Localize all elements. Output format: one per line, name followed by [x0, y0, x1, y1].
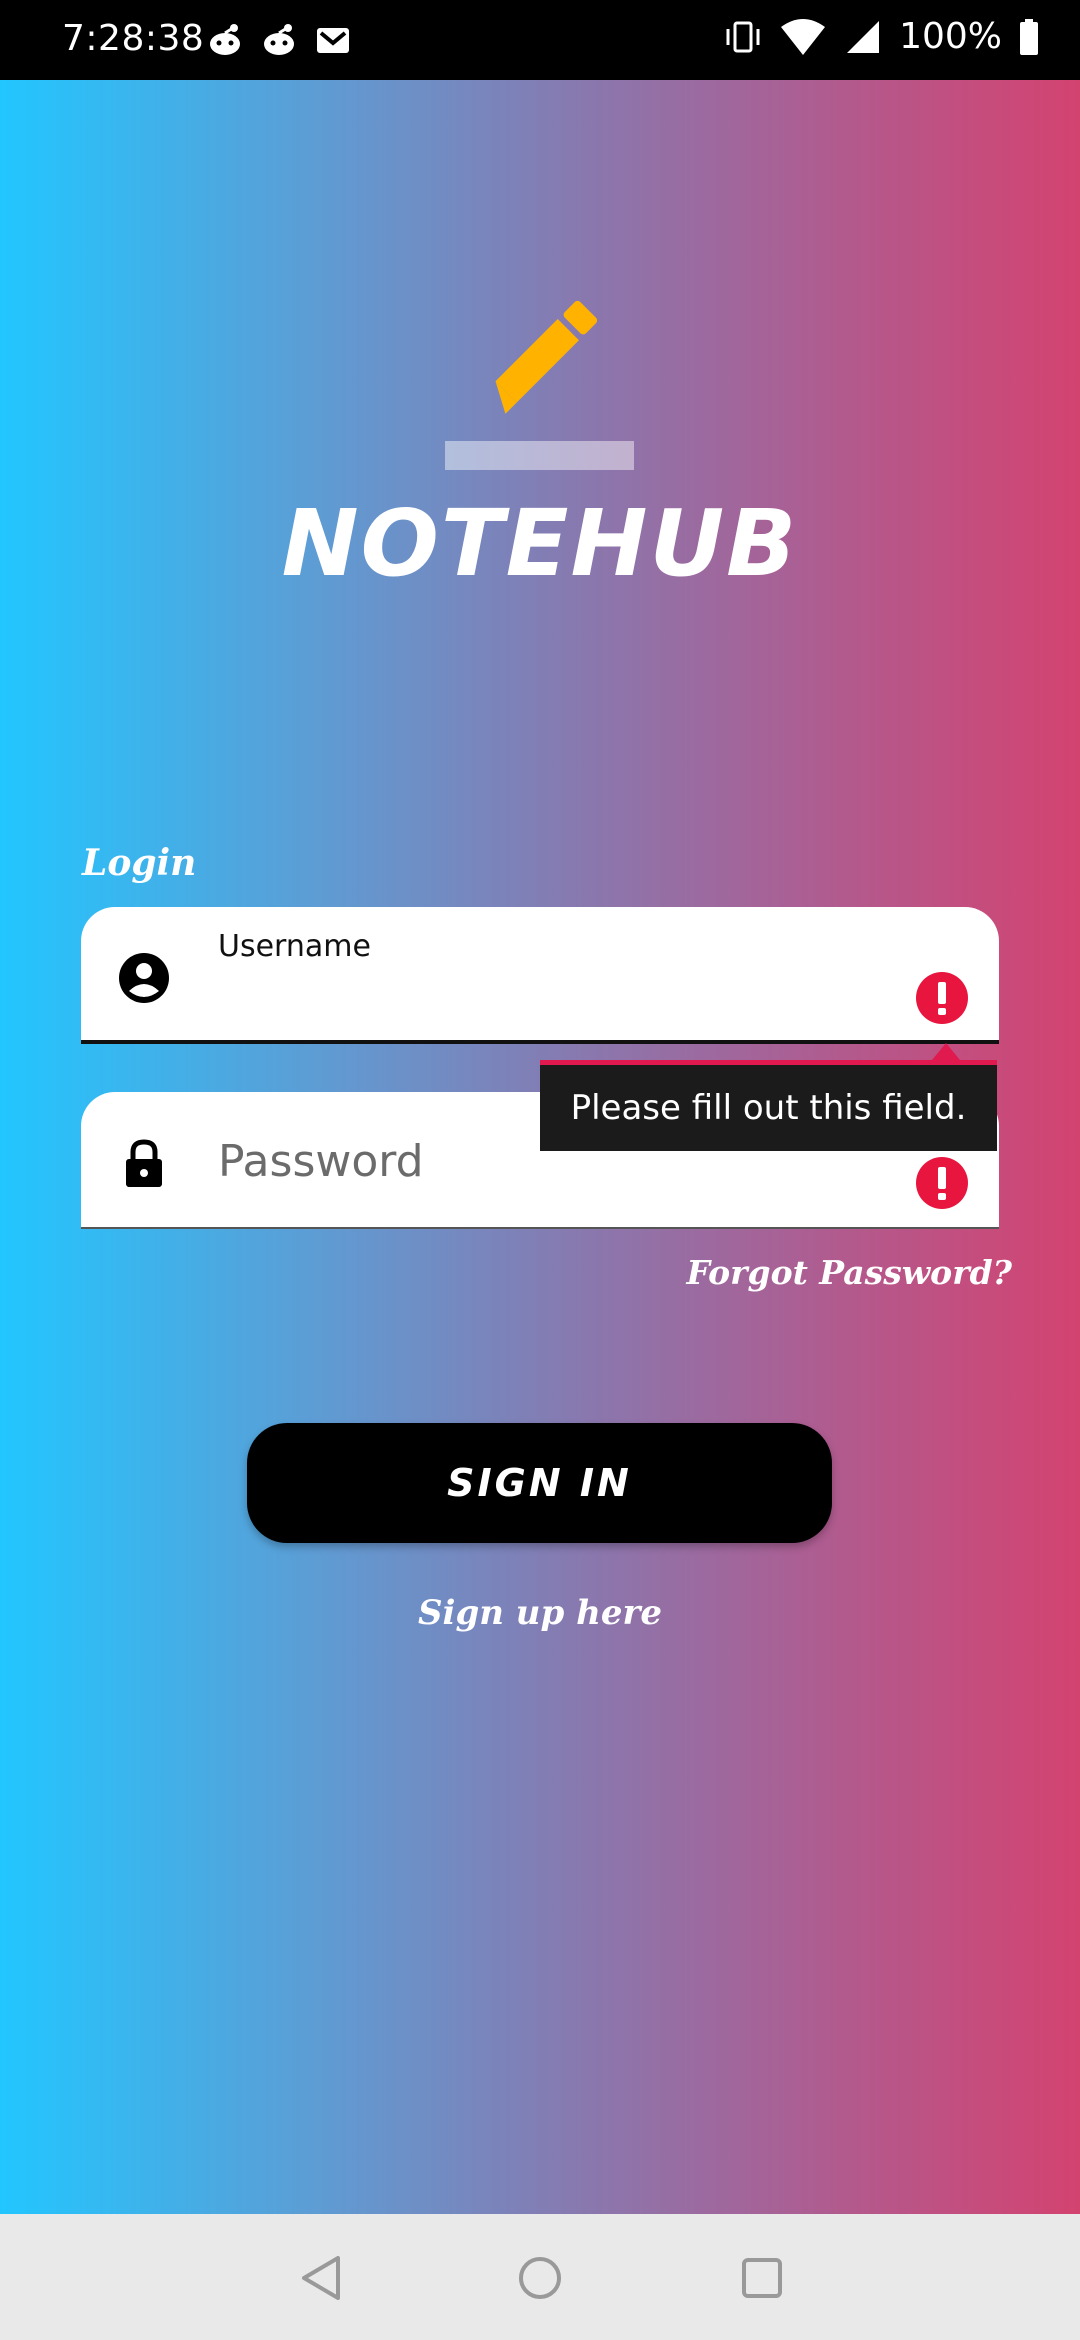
- status-bar: 7:28:38 100%: [0, 0, 1080, 80]
- lock-icon: [126, 1139, 162, 1187]
- validation-tooltip: Please fill out this field.: [540, 1060, 997, 1151]
- gmail-icon: [317, 28, 349, 53]
- login-section-label: Login: [82, 842, 197, 884]
- notification-icons: [205, 20, 353, 60]
- logo-underline: [445, 441, 634, 470]
- error-icon: [916, 972, 968, 1024]
- sign-in-button[interactable]: SIGN IN: [247, 1423, 832, 1543]
- status-right: 100%: [723, 16, 1040, 57]
- signal-icon: [847, 20, 880, 53]
- recents-icon[interactable]: [734, 2250, 790, 2306]
- username-field[interactable]: Username: [81, 907, 999, 1044]
- sign-up-link[interactable]: Sign up here: [0, 1593, 1080, 1633]
- home-icon[interactable]: [512, 2250, 568, 2306]
- reddit-icon: [264, 24, 294, 55]
- reddit-icon: [210, 24, 240, 55]
- battery-percent: 100%: [899, 16, 1002, 57]
- battery-icon: [1020, 18, 1038, 55]
- account-circle-icon: [119, 953, 169, 1003]
- navigation-bar: [0, 2214, 1080, 2340]
- status-time: 7:28:38: [62, 18, 205, 59]
- password-input[interactable]: [218, 1152, 899, 1212]
- wifi-icon: [781, 18, 826, 55]
- back-icon[interactable]: [294, 2250, 350, 2306]
- username-label: Username: [218, 929, 371, 964]
- username-input[interactable]: [218, 967, 899, 1027]
- tooltip-arrow: [932, 1043, 960, 1060]
- forgot-password-link[interactable]: Forgot Password?: [686, 1253, 1012, 1292]
- error-icon: [916, 1157, 968, 1209]
- pencil-logo-icon: [495, 300, 598, 414]
- vibrate-icon: [726, 21, 760, 52]
- app-title: NOTEHUB: [281, 490, 799, 597]
